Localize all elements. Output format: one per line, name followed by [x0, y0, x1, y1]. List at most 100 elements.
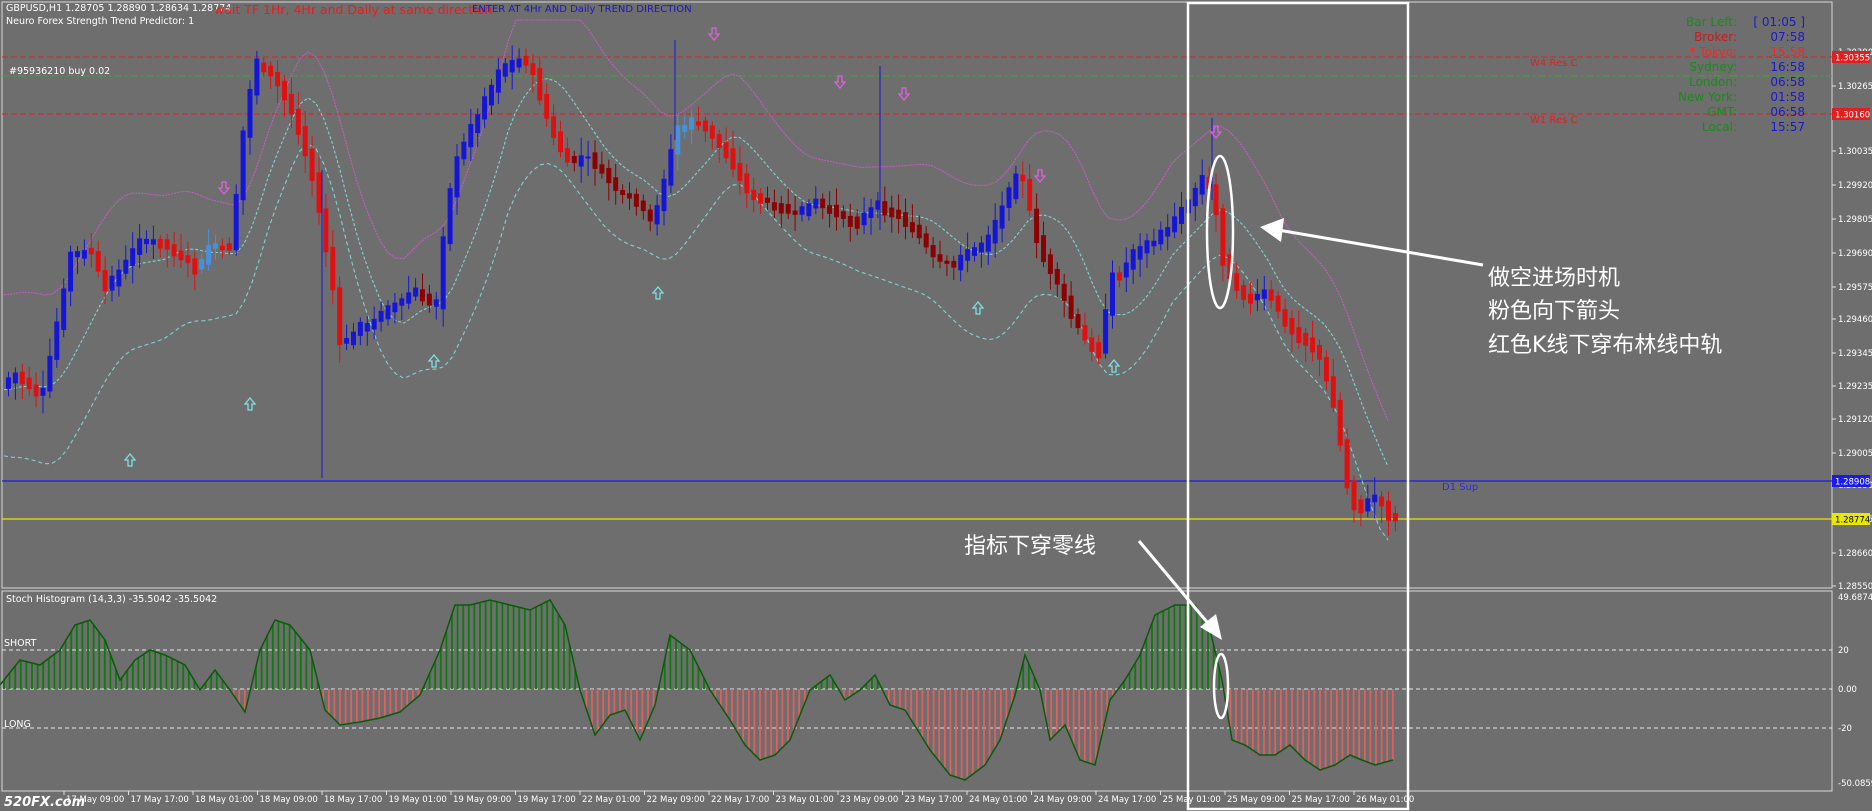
candle-body: [751, 189, 757, 201]
indicator-tick-label: 0.00: [1838, 685, 1857, 695]
candle-body: [771, 202, 777, 211]
time-tick-label: 19 May 09:00: [453, 795, 511, 805]
candle-body: [654, 205, 660, 225]
candle-body: [102, 269, 108, 292]
candle-body: [1144, 240, 1150, 254]
candle-body: [447, 188, 453, 245]
candle-body: [592, 152, 598, 169]
candle-body: [1213, 184, 1219, 216]
candle-body: [233, 193, 239, 251]
price-tick-label: 1.29690: [1838, 249, 1872, 259]
price-tick-label: 1.29460: [1838, 315, 1872, 325]
candle-body: [1392, 513, 1398, 522]
candle-body: [978, 242, 984, 253]
candle-body: [889, 207, 895, 218]
candle-body: [1282, 309, 1288, 327]
candle-body: [765, 197, 770, 203]
time-tick-label: 22 May 09:00: [647, 795, 705, 805]
candle-body: [620, 189, 626, 195]
price-tick-label: 1.29805: [1838, 215, 1872, 225]
candle-body: [495, 69, 501, 93]
candle-body: [1027, 178, 1033, 211]
candle-body: [247, 88, 253, 138]
candle-body: [1020, 174, 1026, 182]
price-axis[interactable]: 1.303901.302651.300351.299201.298051.296…: [1832, 48, 1872, 592]
candle-body: [923, 233, 929, 248]
candle-body: [1061, 283, 1067, 301]
candle-body: [571, 155, 577, 164]
time-tick-label: 25 May 09:00: [1227, 795, 1285, 805]
candle-body: [337, 287, 343, 346]
order-label: #95936210 buy 0.02: [9, 66, 110, 77]
candle-body: [254, 58, 260, 96]
candle-body: [1344, 439, 1350, 489]
candle-body: [26, 377, 32, 390]
candle-body: [54, 321, 60, 360]
candle-body: [1303, 332, 1309, 346]
candle-body: [1254, 293, 1260, 301]
candle-body: [19, 371, 25, 385]
candle-body: [12, 372, 18, 384]
indicator-tick-label: -50.0859: [1838, 779, 1872, 789]
time-axis[interactable]: 17 May 09:00 17 May 17:00 18 May 01:00 18 M…: [63, 791, 1414, 805]
candle-body: [95, 251, 101, 272]
candle-body: [171, 244, 177, 257]
info-label-6: GMT:: [1707, 105, 1737, 119]
candle-body: [1130, 249, 1136, 270]
time-tick-label: 25 May 17:00: [1292, 795, 1350, 805]
indicator-title: Stoch Histogram (14,3,3) -35.5042 -35.50…: [6, 594, 217, 605]
candle-body: [309, 148, 315, 181]
main-chart-panel[interactable]: [1, 1, 1833, 589]
candle-body: [468, 124, 474, 148]
info-value-4: 06:58: [1770, 75, 1805, 89]
candle-body: [530, 63, 536, 76]
candle-body: [357, 321, 363, 336]
candle-body: [1047, 254, 1053, 274]
enter-message: ENTER AT 4Hr AND Daily TREND DIRECTION: [472, 4, 692, 15]
candle-body: [1289, 318, 1295, 335]
trading-chart[interactable]: W4 Res C W1 Res C D1 Sup GBPUSD,H1 1.287…: [0, 0, 1872, 811]
candle-body: [413, 287, 419, 297]
time-tick-label: 22 May 01:00: [582, 795, 640, 805]
price-tick-label: 1.28550: [1838, 582, 1872, 592]
price-tick-label: 1.30035: [1838, 147, 1872, 157]
time-tick-label: 24 May 01:00: [969, 795, 1027, 805]
candle-body: [295, 108, 301, 135]
candle-body: [1365, 498, 1371, 512]
indicator-axis: 49.6874 20 0.00 -20 -50.0859: [1838, 593, 1872, 789]
candle-body: [1082, 324, 1088, 341]
price-tag-d1: 1.28908: [1835, 478, 1870, 488]
candle-body: [199, 258, 205, 270]
candle-body: [702, 120, 708, 132]
candle-body: [1192, 187, 1198, 207]
candle-body: [330, 246, 336, 291]
candle-body: [544, 94, 550, 119]
price-tag-w4: 1.30355: [1835, 54, 1870, 64]
info-label-1: Broker:: [1694, 30, 1737, 44]
candle-body: [937, 254, 943, 262]
info-value-2: 15:58: [1770, 45, 1805, 59]
candle-body: [137, 238, 143, 255]
candle-body: [420, 289, 425, 302]
candle-body: [1075, 314, 1081, 329]
candle-body: [1123, 262, 1129, 278]
price-tick-label: 1.29005: [1838, 449, 1872, 459]
candle-body: [1006, 187, 1012, 208]
entry-note-line1: 做空进场时机: [1488, 266, 1620, 291]
candle-body: [144, 238, 149, 245]
candle-body: [785, 204, 791, 214]
candle-body: [123, 259, 129, 274]
price-tag-current: 1.28774: [1835, 516, 1870, 526]
candle-body: [364, 323, 370, 332]
candle-body: [1110, 272, 1115, 316]
candle-body: [1261, 289, 1267, 299]
indicator-tick-label: 20: [1838, 646, 1849, 656]
candle-body: [178, 250, 184, 261]
candle-body: [689, 117, 695, 130]
candle-body: [1096, 342, 1102, 359]
candle-body: [1248, 293, 1253, 304]
candle-body: [1358, 499, 1364, 514]
candle-body: [606, 167, 612, 184]
candle-body: [185, 255, 191, 264]
symbol-info: GBPUSD,H1 1.28705 1.28890 1.28634 1.2877…: [6, 3, 231, 14]
